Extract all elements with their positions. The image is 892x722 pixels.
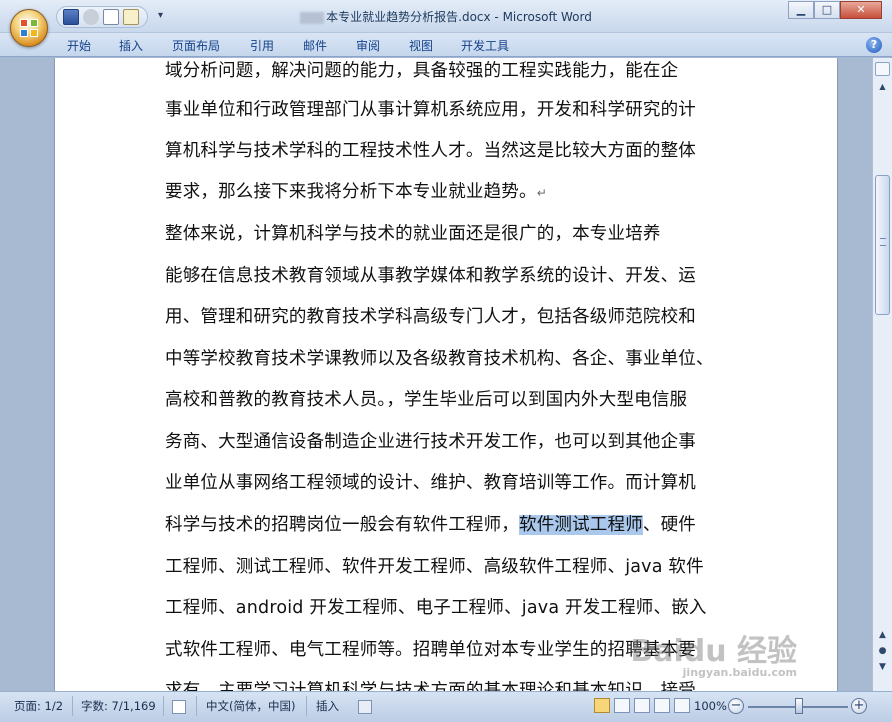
text-line: 算机科学与技术学科的工程技术性人才。当然这是比较大方面的整体 bbox=[165, 141, 696, 161]
tab-review[interactable]: 审阅 bbox=[356, 37, 380, 54]
ribbon-tabs: 开始 插入 页面布局 引用 邮件 审阅 视图 开发工具 ? bbox=[0, 33, 892, 57]
page-count[interactable]: 页面: 1/2 bbox=[14, 696, 63, 716]
scroll-thumb[interactable] bbox=[875, 175, 890, 315]
window-title: 本专业就业趋势分析报告.docx - Microsoft Word bbox=[0, 8, 892, 25]
watermark-logo: Baidu 经验 bbox=[630, 634, 797, 669]
text-line: 求有，主要学习计算机科学与技术方面的基本理论和基本知识，接受 bbox=[165, 681, 696, 691]
divider bbox=[306, 696, 307, 716]
text-line-content: 要求，那么接下来我将分析下本专业就业趋势。 bbox=[165, 182, 537, 202]
zoom-level[interactable]: 100% bbox=[694, 696, 727, 716]
window-controls: ▁ □ ✕ bbox=[788, 1, 882, 19]
browse-object-icon[interactable]: ● bbox=[875, 644, 890, 658]
tab-mailings[interactable]: 邮件 bbox=[303, 37, 327, 54]
insert-mode[interactable]: 插入 bbox=[316, 696, 339, 716]
maximize-button[interactable]: □ bbox=[814, 1, 840, 19]
paragraph-mark-icon: ↵ bbox=[536, 186, 547, 200]
help-icon[interactable]: ? bbox=[866, 37, 882, 53]
text-line: 事业单位和行政管理部门从事计算机系统应用，开发和科学研究的计 bbox=[165, 100, 696, 120]
tab-home[interactable]: 开始 bbox=[67, 37, 91, 54]
zoom-in-button[interactable]: + bbox=[851, 698, 867, 714]
text-line-content: 、硬件 bbox=[642, 515, 697, 535]
word-count[interactable]: 字数: 7/1,169 bbox=[81, 696, 156, 716]
divider bbox=[72, 696, 73, 716]
language-indicator[interactable]: 中文(简体，中国) bbox=[206, 696, 295, 716]
vertical-scrollbar[interactable]: ▲ ▲ ● ▼ bbox=[872, 58, 892, 691]
divider bbox=[163, 696, 164, 716]
window-title-text: 本专业就业趋势分析报告.docx - Microsoft Word bbox=[326, 10, 592, 24]
previous-page-icon[interactable]: ▲ bbox=[875, 628, 890, 642]
text-line-content: 科学与技术的招聘岗位一般会有软件工程师， bbox=[165, 515, 519, 535]
divider bbox=[196, 696, 197, 716]
tab-developer[interactable]: 开发工具 bbox=[461, 37, 509, 54]
blurred-region bbox=[300, 11, 325, 24]
text-line: 用、管理和研究的教育技术学科高级专门人才，包括各级师范院校和 bbox=[165, 307, 696, 327]
text-line: 务商、大型通信设备制造企业进行技术开发工作，也可以到其他企事 bbox=[165, 432, 696, 452]
minimize-button[interactable]: ▁ bbox=[788, 1, 814, 19]
office-logo-icon bbox=[20, 19, 40, 39]
macro-record-icon[interactable] bbox=[358, 700, 372, 714]
proofing-icon[interactable] bbox=[172, 700, 186, 714]
text-line: 要求，那么接下来我将分析下本专业就业趋势。↵ bbox=[165, 179, 547, 205]
text-line: 中等学校教育技术学课教师以及各级教育技术机构、各企、事业单位、 bbox=[165, 349, 714, 369]
outline-view-icon[interactable] bbox=[654, 698, 670, 713]
tab-page-layout[interactable]: 页面布局 bbox=[172, 37, 220, 54]
print-layout-view-icon[interactable] bbox=[594, 698, 610, 713]
title-bar: ▾ 本专业就业趋势分析报告.docx - Microsoft Word ▁ □ … bbox=[0, 0, 892, 33]
tab-insert[interactable]: 插入 bbox=[119, 37, 143, 54]
document-page[interactable]: 域分析问题，解决问题的能力，具备较强的工程实践能力，能在企 事业单位和行政管理部… bbox=[54, 58, 838, 691]
text-line: 域分析问题，解决问题的能力，具备较强的工程实践能力，能在企 bbox=[165, 61, 679, 81]
text-line: 工程师、测试工程师、软件开发工程师、高级软件工程师、java 软件 bbox=[165, 557, 704, 577]
office-button[interactable] bbox=[10, 9, 48, 47]
text-line: 业单位从事网络工程领域的设计、维护、教育培训等工作。而计算机 bbox=[165, 473, 696, 493]
text-line: 工程师、android 开发工程师、电子工程师、java 开发工程师、嵌入 bbox=[165, 598, 707, 618]
selected-text[interactable]: 软件测试工程师 bbox=[519, 515, 643, 535]
next-page-icon[interactable]: ▼ bbox=[875, 660, 890, 674]
scroll-up-arrow-icon[interactable]: ▲ bbox=[875, 80, 890, 94]
document-area: 域分析问题，解决问题的能力，具备较强的工程实践能力，能在企 事业单位和行政管理部… bbox=[0, 58, 872, 691]
watermark: Baidu 经验 jingyan.baidu.com bbox=[630, 626, 797, 679]
grip-icon bbox=[880, 238, 886, 246]
text-line: 式软件工程师、电气工程师等。招聘单位对本专业学生的招聘基本要 bbox=[165, 640, 696, 660]
tab-references[interactable]: 引用 bbox=[250, 37, 274, 54]
draft-view-icon[interactable] bbox=[674, 698, 690, 713]
tab-view[interactable]: 视图 bbox=[409, 37, 433, 54]
text-line: 能够在信息技术教育领域从事教学媒体和教学系统的设计、开发、运 bbox=[165, 266, 696, 286]
zoom-slider-thumb[interactable] bbox=[795, 698, 803, 714]
status-bar: 页面: 1/2 字数: 7/1,169 中文(简体，中国) 插入 100% − … bbox=[0, 691, 892, 722]
web-layout-view-icon[interactable] bbox=[634, 698, 650, 713]
close-button[interactable]: ✕ bbox=[840, 1, 882, 19]
ruler-toggle-icon[interactable] bbox=[875, 62, 890, 76]
text-line: 整体来说，计算机科学与技术的就业面还是很广的，本专业培养 bbox=[165, 224, 661, 244]
text-line: 高校和普教的教育技术人员。，学生毕业后可以到国内外大型电信服 bbox=[165, 390, 688, 410]
full-screen-reading-view-icon[interactable] bbox=[614, 698, 630, 713]
zoom-out-button[interactable]: − bbox=[728, 698, 744, 714]
text-line: 科学与技术的招聘岗位一般会有软件工程师，软件测试工程师、硬件 bbox=[165, 512, 696, 538]
